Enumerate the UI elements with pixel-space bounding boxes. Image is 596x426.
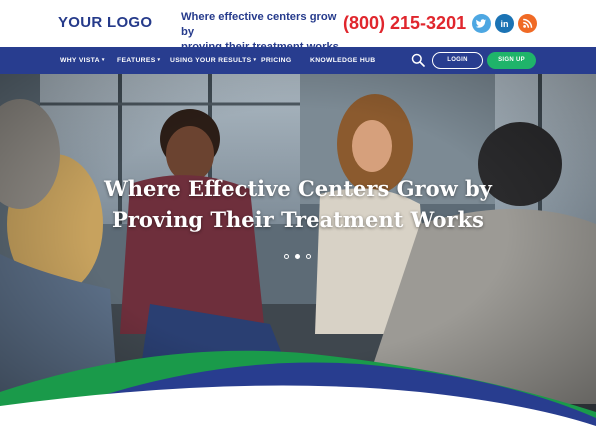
nav-using-your-results-label: USING YOUR RESULTS bbox=[170, 57, 252, 64]
hero-section: Where Effective Centers Grow by Proving … bbox=[0, 74, 596, 426]
decorative-swoosh bbox=[0, 350, 596, 426]
site-header: YOUR LOGO Where effective centers grow b… bbox=[0, 0, 596, 53]
nav-features-label: FEATURES bbox=[117, 57, 156, 64]
chevron-down-icon: ▾ bbox=[253, 57, 257, 63]
login-button[interactable]: LOGIN bbox=[432, 52, 483, 69]
nav-why-vista-label: WHY VISTA bbox=[60, 57, 100, 64]
nav-why-vista[interactable]: WHY VISTA ▾ bbox=[60, 47, 105, 74]
nav-using-your-results[interactable]: USING YOUR RESULTS ▾ bbox=[170, 47, 256, 74]
search-icon[interactable] bbox=[411, 53, 425, 67]
site-logo[interactable]: YOUR LOGO bbox=[58, 14, 152, 31]
chevron-down-icon: ▾ bbox=[157, 57, 161, 63]
nav-features[interactable]: FEATURES ▾ bbox=[117, 47, 160, 74]
chevron-down-icon: ▾ bbox=[101, 57, 105, 63]
nav-pricing-label: PRICING bbox=[261, 57, 292, 64]
twitter-icon[interactable] bbox=[472, 14, 491, 33]
nav-pricing[interactable]: PRICING bbox=[261, 47, 291, 74]
signup-button[interactable]: SIGN UP bbox=[487, 52, 536, 69]
tagline-line-1: Where effective centers grow by bbox=[181, 11, 337, 38]
nav-knowledge-hub[interactable]: KNOWLEDGE HUB bbox=[310, 47, 375, 74]
nav-knowledge-hub-label: KNOWLEDGE HUB bbox=[310, 57, 376, 64]
rss-icon[interactable] bbox=[518, 14, 537, 33]
phone-number-link[interactable]: (800) 215-3201 bbox=[343, 13, 466, 34]
linkedin-icon[interactable]: in bbox=[495, 14, 514, 33]
linkedin-glyph: in bbox=[501, 19, 509, 29]
